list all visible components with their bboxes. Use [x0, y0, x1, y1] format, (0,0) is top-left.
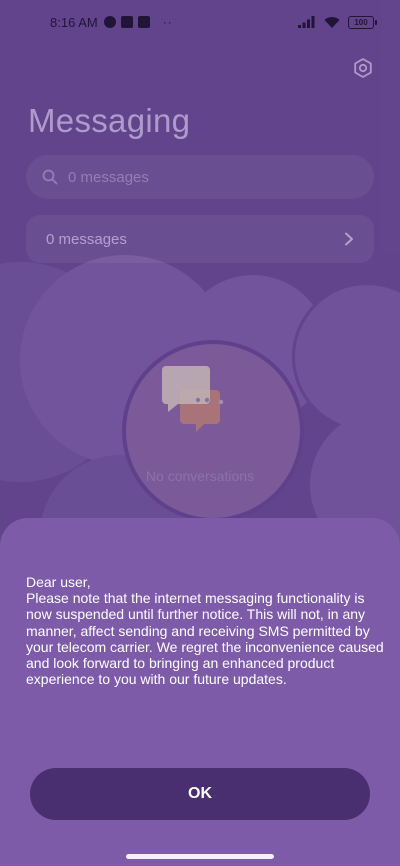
notice-greeting: Dear user,: [26, 574, 91, 590]
ok-button[interactable]: OK: [30, 768, 370, 820]
notice-body: Please note that the internet messaging …: [26, 590, 384, 688]
home-indicator[interactable]: [126, 854, 274, 859]
notice-text: Dear user, Please note that the internet…: [26, 574, 386, 687]
messaging-screen: 8:16 AM ·· 100 Messaging 0 messages 0 me…: [0, 0, 400, 866]
